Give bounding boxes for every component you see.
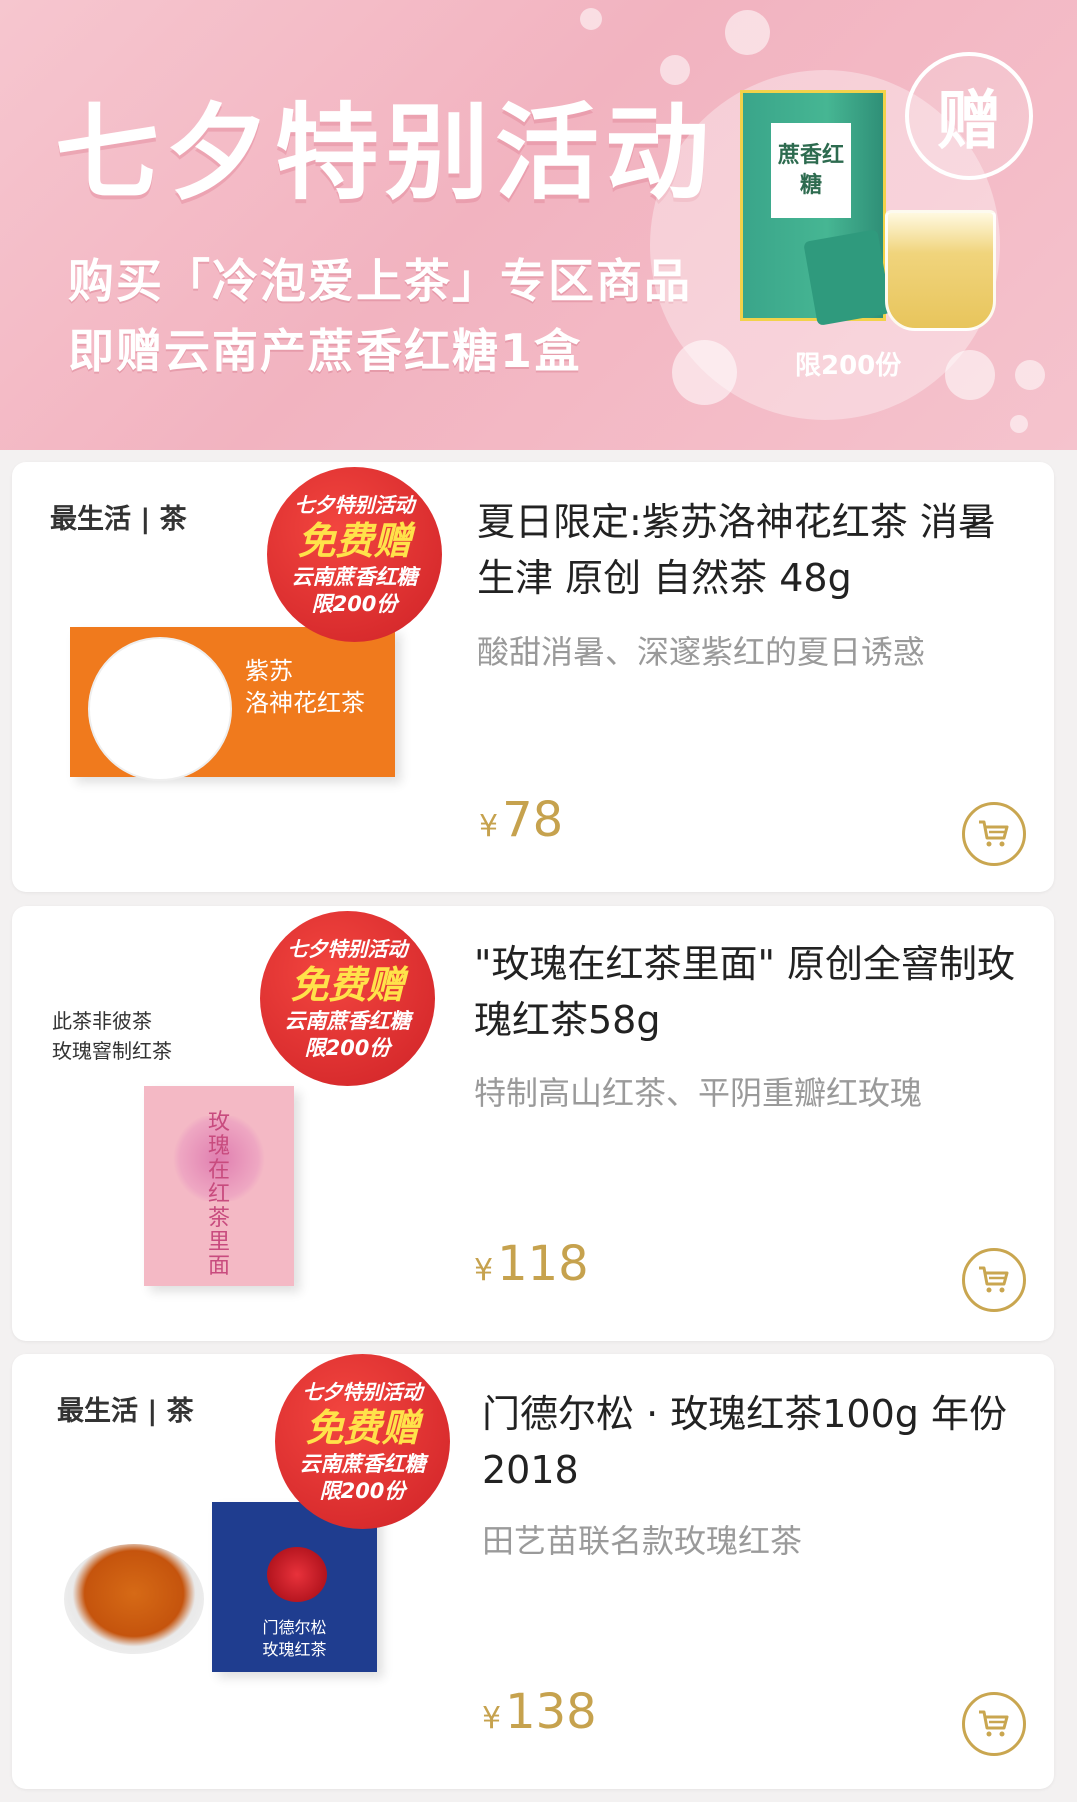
currency-symbol: ¥: [479, 809, 499, 844]
product-card[interactable]: 此茶非彼茶 玫瑰窨制红茶 玫瑰在红茶里面 七夕特别活动 免费赠 云南蔗香红糖 限…: [12, 906, 1054, 1341]
product-image[interactable]: 玫瑰在红茶里面: [144, 1086, 294, 1286]
promo-line-1: 七夕特别活动: [294, 492, 415, 517]
promo-badge: 七夕特别活动 免费赠 云南蔗香红糖 限200份: [275, 1354, 450, 1529]
product-description: 特制高山红茶、平阴重瓣红玫瑰: [474, 1074, 923, 1112]
currency-symbol: ¥: [474, 1253, 494, 1288]
product-price: ¥138: [482, 1684, 597, 1740]
brand-logo: 最生活 | 茶: [50, 504, 187, 535]
product-image[interactable]: 紫苏 洛神花红茶: [70, 627, 395, 781]
price-value: 138: [505, 1684, 597, 1740]
decor-bubble: [580, 8, 602, 30]
product-title[interactable]: 门德尔松 · 玫瑰红茶100g 年份2018: [482, 1386, 1027, 1498]
promo-banner[interactable]: 七夕特别活动 购买「冷泡爱上茶」专区商品 即赠云南产蔗香红糖1盒 蔗香红糖 赠 …: [0, 0, 1077, 450]
product-package-text: 门德尔松 玫瑰红茶: [262, 1618, 327, 1659]
price-value: 118: [497, 1236, 589, 1292]
gift-tea-cup: [885, 210, 996, 331]
product-image-cup: [64, 1544, 204, 1654]
brand-slogan-2: 玫瑰窨制红茶: [52, 1039, 172, 1063]
shopping-cart-icon: [979, 820, 1009, 847]
gift-limit-text: 限200份: [795, 351, 902, 381]
banner-line-1: 购买「冷泡爱上茶」专区商品: [68, 254, 692, 308]
product-description: 田艺苗联名款玫瑰红茶: [482, 1522, 803, 1560]
promo-line-1: 七夕特别活动: [287, 936, 408, 961]
promo-badge: 七夕特别活动 免费赠 云南蔗香红糖 限200份: [267, 467, 442, 642]
product-card[interactable]: 最生活 | 茶 门德尔松 玫瑰红茶 七夕特别活动 免费赠 云南蔗香红糖 限200…: [12, 1354, 1054, 1789]
add-to-cart-button[interactable]: [962, 802, 1026, 866]
product-price: ¥78: [479, 792, 563, 848]
shopping-cart-icon: [979, 1710, 1009, 1737]
gift-box-label: 蔗香红糖: [771, 123, 851, 218]
promo-line-2: 免费赠: [297, 518, 412, 563]
product-title[interactable]: 夏日限定:紫苏洛神花红茶 消暑生津 原创 自然茶 48g: [477, 494, 1022, 606]
promo-line-4: 限200份: [311, 591, 398, 616]
promo-line-3: 云南蔗香红糖: [291, 564, 418, 589]
product-price: ¥118: [474, 1236, 589, 1292]
promo-line-2: 免费赠: [290, 962, 405, 1007]
product-title[interactable]: "玫瑰在红茶里面" 原创全窨制玫瑰红茶58g: [474, 936, 1019, 1048]
brand-slogan-1: 此茶非彼茶: [52, 1009, 152, 1033]
product-image-plate: [88, 637, 232, 781]
product-card[interactable]: 最生活 | 茶 紫苏 洛神花红茶 七夕特别活动 免费赠 云南蔗香红糖 限200份…: [12, 462, 1054, 892]
promo-line-2: 免费赠: [305, 1405, 420, 1450]
brand-logo: 最生活 | 茶: [57, 1396, 194, 1427]
banner-line-2: 即赠云南产蔗香红糖1盒: [68, 324, 583, 378]
gift-icon: 赠: [905, 52, 1033, 180]
decor-bubble: [725, 10, 770, 55]
product-description: 酸甜消暑、深邃紫红的夏日诱惑: [477, 633, 926, 671]
currency-symbol: ¥: [482, 1701, 502, 1736]
price-value: 78: [502, 792, 564, 848]
add-to-cart-button[interactable]: [962, 1692, 1026, 1756]
promo-badge: 七夕特别活动 免费赠 云南蔗香红糖 限200份: [260, 911, 435, 1086]
gift-sugar-pack: [803, 229, 892, 326]
banner-title: 七夕特别活动: [55, 92, 716, 214]
add-to-cart-button[interactable]: [962, 1248, 1026, 1312]
product-package-text: 玫瑰在红茶里面: [207, 1110, 230, 1279]
product-image-rose: [267, 1547, 327, 1602]
decor-bubble: [1010, 415, 1028, 433]
promo-line-3: 云南蔗香红糖: [299, 1451, 426, 1476]
promo-line-4: 限200份: [304, 1035, 391, 1060]
product-package-text: 紫苏 洛神花红茶: [245, 657, 365, 717]
promo-line-3: 云南蔗香红糖: [284, 1008, 411, 1033]
promo-line-1: 七夕特别活动: [302, 1379, 423, 1404]
shopping-cart-icon: [979, 1266, 1009, 1293]
promo-line-4: 限200份: [319, 1478, 406, 1503]
decor-bubble: [1015, 360, 1045, 390]
